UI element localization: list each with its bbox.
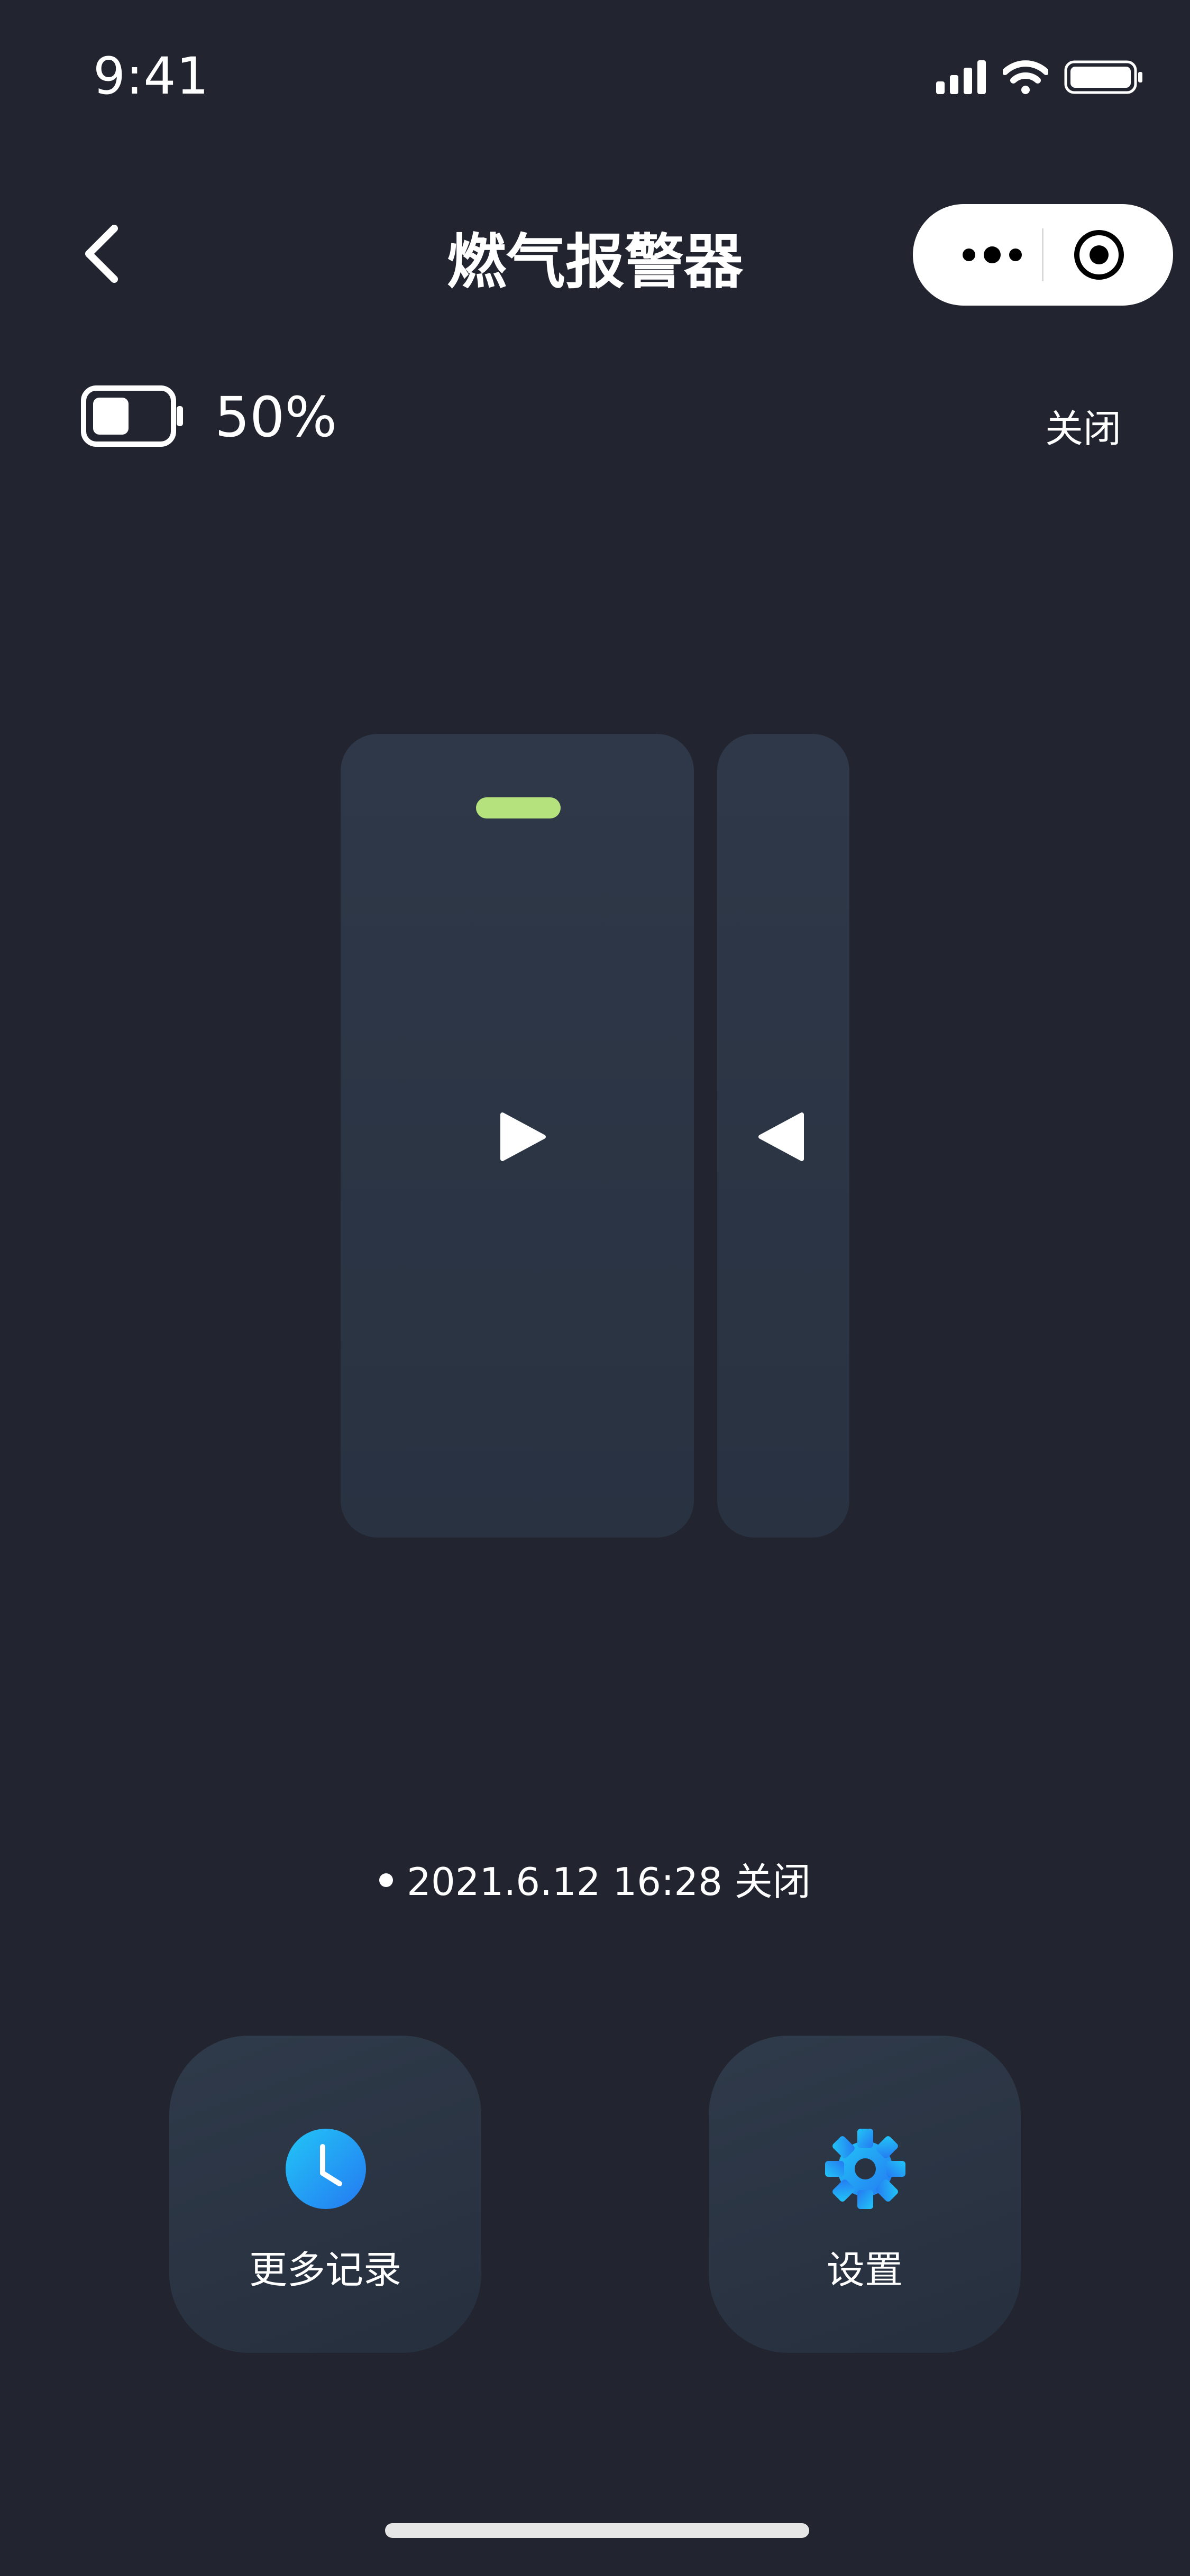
status-icons [936, 56, 1143, 98]
wifi-icon [1003, 60, 1048, 94]
last-record: 2021.6.12 16:28 关闭 [0, 1851, 1190, 1906]
more-button[interactable] [960, 243, 1024, 266]
record-dot [379, 1873, 393, 1888]
device-state: 关闭 [1045, 407, 1121, 451]
battery-icon [80, 385, 186, 447]
status-time: 9:41 [93, 47, 209, 106]
arrow-right-icon [497, 1110, 548, 1163]
signal-icon [936, 60, 986, 94]
gear-icon [825, 2129, 905, 2209]
clock-icon [286, 2129, 366, 2209]
more-records-button[interactable]: 更多记录 [169, 2036, 481, 2353]
home-indicator[interactable] [385, 2523, 809, 2538]
capsule-divider [1042, 228, 1043, 281]
target-icon [1074, 230, 1124, 280]
close-miniprogram-button[interactable] [1073, 228, 1125, 281]
more-dots-icon [963, 246, 1022, 263]
status-led [476, 797, 561, 818]
battery-percentage: 50% [215, 385, 337, 449]
settings-button[interactable]: 设置 [709, 2036, 1021, 2353]
battery-status-icon [1064, 60, 1142, 94]
settings-label: 设置 [826, 2248, 903, 2292]
arrow-left-icon [756, 1110, 807, 1163]
last-record-text: 2021.6.12 16:28 关闭 [407, 1860, 811, 1904]
miniprogram-capsule [913, 204, 1173, 306]
more-records-label: 更多记录 [249, 2248, 401, 2292]
